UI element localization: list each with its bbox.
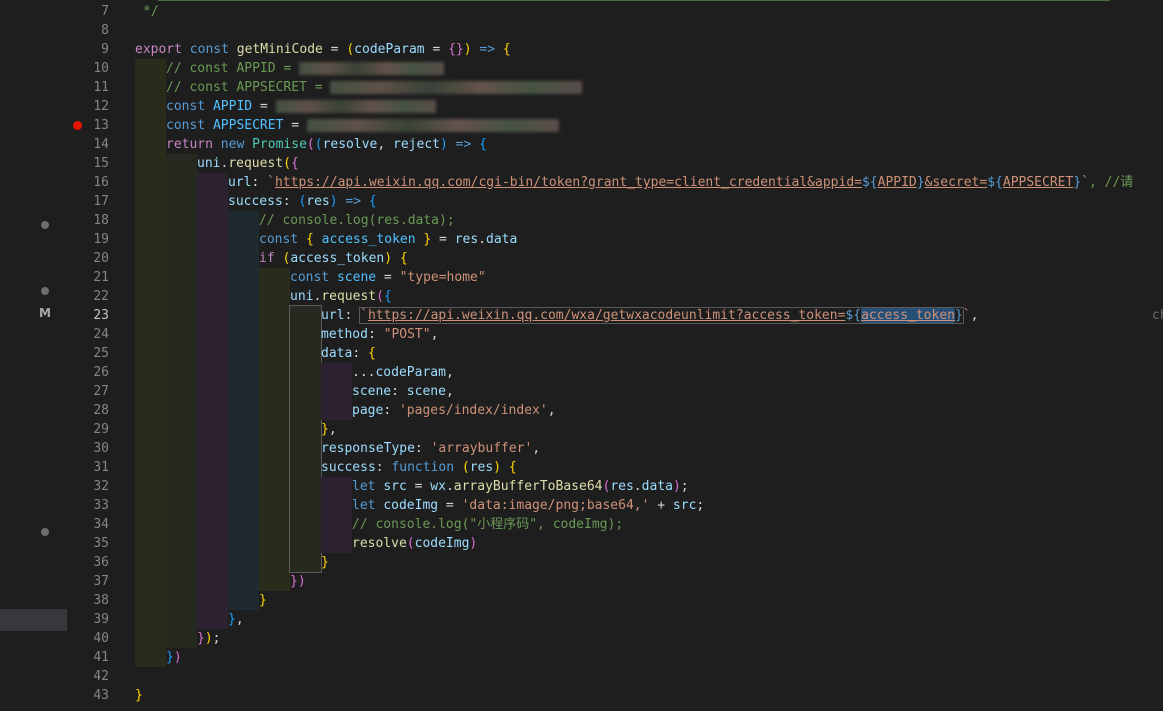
- code-line-41: }): [166, 650, 182, 665]
- code-line-20: if (access_token) {: [259, 251, 408, 266]
- code-line-31: success: function (res) {: [321, 460, 517, 475]
- code-line-26: ...codeParam,: [352, 365, 454, 380]
- line-number[interactable]: 31: [69, 458, 109, 477]
- indent-guide: [197, 173, 228, 629]
- line-number[interactable]: 19: [69, 230, 109, 249]
- redacted-value: [299, 62, 445, 75]
- code-line-38: }: [259, 593, 267, 608]
- line-number[interactable]: 40: [69, 629, 109, 648]
- dot-icon[interactable]: [41, 287, 49, 295]
- line-number[interactable]: 41: [69, 648, 109, 667]
- modified-badge: M: [39, 306, 51, 320]
- line-number[interactable]: 22: [69, 287, 109, 306]
- code-line-9: export const getMiniCode = (codeParam = …: [135, 42, 511, 57]
- breakpoint-icon[interactable]: [73, 121, 82, 130]
- activity-bar: M: [0, 0, 67, 711]
- line-number[interactable]: 28: [69, 401, 109, 420]
- line-number[interactable]: 29: [69, 420, 109, 439]
- code-line-14: return new Promise((resolve, reject) => …: [166, 137, 487, 152]
- line-number[interactable]: 27: [69, 382, 109, 401]
- redacted-value: [306, 119, 559, 132]
- code-line-23: url: `https://api.weixin.qq.com/wxa/getw…: [321, 307, 979, 324]
- code-line-28: page: 'pages/index/index',: [352, 403, 556, 418]
- line-number[interactable]: 34: [69, 515, 109, 534]
- line-number[interactable]: 42: [69, 667, 109, 686]
- indent-guide-active: [289, 305, 322, 573]
- code-line-7: */: [143, 4, 159, 19]
- code-line-32: let src = wx.arrayBufferToBase64(res.dat…: [352, 479, 689, 494]
- code-line-36: }: [321, 555, 329, 570]
- selected-activity-item[interactable]: [0, 609, 67, 631]
- line-number[interactable]: 32: [69, 477, 109, 496]
- code-line-30: responseType: 'arraybuffer',: [321, 441, 541, 456]
- code-line-35: resolve(codeImg): [352, 536, 478, 551]
- line-number[interactable]: 11: [69, 78, 109, 97]
- indent-guide: [228, 211, 259, 610]
- line-number[interactable]: 12: [69, 97, 109, 116]
- indent-guide: [321, 363, 352, 420]
- code-line-13: const APPSECRET =: [166, 116, 559, 135]
- code-line-37: }): [290, 574, 306, 589]
- indent-guide: [166, 154, 197, 648]
- line-number[interactable]: 38: [69, 591, 109, 610]
- code-line-34: // console.log("小程序码", codeImg);: [352, 517, 624, 532]
- code-line-18: // console.log(res.data);: [259, 213, 455, 228]
- line-number[interactable]: 39: [69, 610, 109, 629]
- line-number[interactable]: 17: [69, 192, 109, 211]
- line-number-gutter[interactable]: 7 8 9 10 11 12 13 14 15 16 17 18 19 20 21 22 23 24 25 26 27 2…: [67, 0, 135, 711]
- line-number[interactable]: 18: [69, 211, 109, 230]
- line-number[interactable]: 35: [69, 534, 109, 553]
- code-line-39: },: [228, 612, 244, 627]
- code-line-17: success: (res) => {: [228, 194, 377, 209]
- dot-icon[interactable]: [41, 221, 49, 229]
- dot-icon[interactable]: [41, 528, 49, 536]
- code-line-29: },: [321, 422, 337, 437]
- line-number[interactable]: 20: [69, 249, 109, 268]
- line-number[interactable]: 43: [69, 686, 109, 705]
- line-number[interactable]: 36: [69, 553, 109, 572]
- code-line-25: data: {: [321, 346, 376, 361]
- line-number[interactable]: 8: [69, 21, 109, 40]
- line-number[interactable]: 7: [69, 2, 109, 21]
- git-blame-annotation: chenpeilin1,: [1152, 308, 1163, 323]
- line-number[interactable]: 26: [69, 363, 109, 382]
- line-number[interactable]: 30: [69, 439, 109, 458]
- redacted-value: [330, 81, 583, 94]
- code-line-27: scene: scene,: [352, 384, 454, 399]
- line-number[interactable]: 24: [69, 325, 109, 344]
- line-number[interactable]: 15: [69, 154, 109, 173]
- code-editor[interactable]: */ export const getMiniCode = (codeParam…: [135, 0, 1163, 711]
- line-number[interactable]: 16: [69, 173, 109, 192]
- indent-guide: [135, 59, 166, 667]
- code-line-40: });: [197, 631, 221, 646]
- line-number[interactable]: 10: [69, 59, 109, 78]
- code-line-15: uni.request({: [197, 156, 299, 171]
- code-line-11: // const APPSECRET =: [166, 78, 583, 97]
- code-line-24: method: "POST",: [321, 327, 439, 342]
- indent-guide: [259, 268, 290, 591]
- code-line-33: let codeImg = 'data:image/png;base64,' +…: [352, 498, 705, 513]
- code-line-12: const APPID =: [166, 97, 436, 116]
- code-line-43: }: [135, 688, 143, 703]
- code-line-19: const { access_token } = res.data: [259, 232, 518, 247]
- line-number[interactable]: 21: [69, 268, 109, 287]
- line-number[interactable]: 25: [69, 344, 109, 363]
- redacted-value: [275, 100, 436, 113]
- line-number[interactable]: 37: [69, 572, 109, 591]
- code-line-22: uni.request({: [290, 289, 392, 304]
- code-line-16: url: `https://api.weixin.qq.com/cgi-bin/…: [228, 175, 1134, 190]
- code-line-21: const scene = "type=home": [290, 270, 486, 285]
- line-number[interactable]: 33: [69, 496, 109, 515]
- code-line-10: // const APPID =: [166, 59, 445, 78]
- indent-guide: [321, 477, 352, 553]
- line-number[interactable]: 23: [69, 306, 109, 325]
- line-number[interactable]: 9: [69, 40, 109, 59]
- line-number[interactable]: 14: [69, 135, 109, 154]
